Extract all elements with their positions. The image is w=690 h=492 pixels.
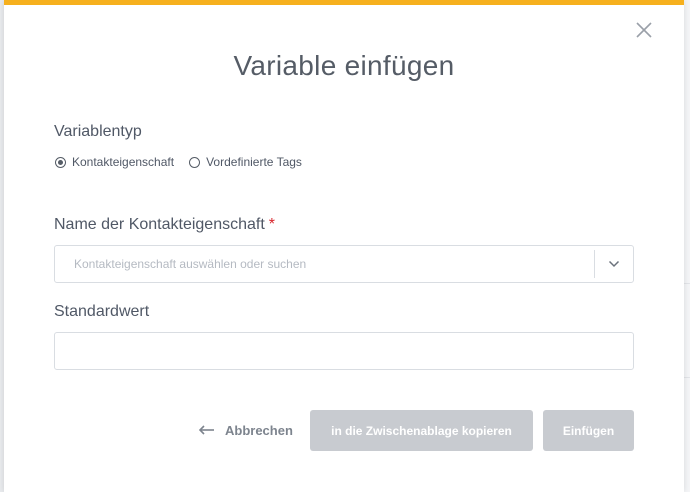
radio-predefined-tags[interactable]: Vordefinierte Tags bbox=[189, 155, 302, 169]
radio-contact-property-label: Kontakteigenschaft bbox=[72, 155, 175, 169]
variable-type-label: Variablentyp bbox=[54, 123, 142, 140]
copy-to-clipboard-button[interactable]: in die Zwischenablage kopieren bbox=[310, 410, 533, 451]
contact-property-name-text: Name der Kontakteigenschaft bbox=[54, 216, 265, 233]
default-value-label: Standardwert bbox=[54, 303, 150, 320]
radio-predefined-tags-label: Vordefinierte Tags bbox=[206, 155, 302, 169]
select-caret-button[interactable] bbox=[595, 245, 633, 283]
default-value-input[interactable] bbox=[54, 332, 634, 370]
cancel-button[interactable]: Abbrechen bbox=[199, 410, 293, 450]
contact-property-name-label: Name der Kontakteigenschaft * bbox=[54, 216, 275, 234]
dialog-accent-bar bbox=[4, 0, 684, 5]
background-page-strip bbox=[684, 0, 690, 492]
dialog-title: Variable einfügen bbox=[233, 50, 455, 81]
arrow-left-icon bbox=[199, 425, 214, 435]
contact-property-select[interactable]: Kontakteigenschaft auswählen oder suchen bbox=[54, 245, 634, 283]
radio-checked-icon[interactable] bbox=[55, 156, 66, 168]
background-divider bbox=[684, 283, 690, 284]
chevron-down-icon bbox=[608, 260, 620, 268]
required-marker: * bbox=[268, 216, 276, 233]
insert-button[interactable]: Einfügen bbox=[543, 410, 634, 451]
insert-variable-dialog: Variable einfügen Variablentyp Kontaktei… bbox=[4, 0, 684, 492]
cancel-button-label: Abbrechen bbox=[225, 422, 293, 438]
close-button[interactable] bbox=[634, 20, 654, 40]
contact-property-select-placeholder: Kontakteigenschaft auswählen oder suchen bbox=[74, 257, 307, 271]
radio-contact-property[interactable]: Kontakteigenschaft bbox=[55, 155, 174, 169]
close-icon bbox=[636, 22, 652, 38]
radio-unchecked-icon[interactable] bbox=[189, 156, 201, 168]
variable-type-radio-group: Kontakteigenschaft Vordefinierte Tags bbox=[55, 155, 317, 169]
background-divider bbox=[684, 377, 690, 378]
